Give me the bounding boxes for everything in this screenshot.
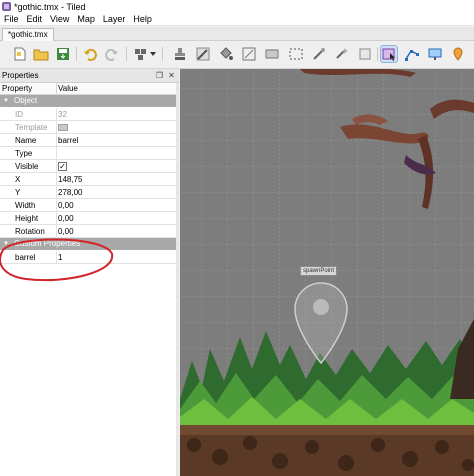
property-name: Template	[15, 123, 48, 132]
open-file-icon[interactable]	[33, 46, 49, 62]
command-dropdown-icon[interactable]	[133, 46, 157, 62]
shape-fill-icon[interactable]	[241, 46, 257, 62]
property-name: Visible	[15, 162, 39, 171]
terrain-brush-icon[interactable]	[195, 46, 211, 62]
property-value[interactable]: 0,00	[58, 227, 74, 236]
map-canvas[interactable]: spawnPoint	[180, 69, 474, 476]
close-panel-icon[interactable]: ✕	[167, 71, 176, 80]
property-row-template: Template	[0, 121, 176, 134]
menu-edit[interactable]: Edit	[23, 14, 47, 24]
property-name: Rotation	[15, 227, 45, 236]
select-same-tile-icon[interactable]	[334, 46, 350, 62]
collapse-arrow-icon[interactable]: ▼	[3, 238, 9, 250]
wand-selection-icon[interactable]	[357, 46, 373, 62]
float-panel-icon[interactable]: ❐	[155, 71, 164, 80]
property-value[interactable]: 1	[58, 253, 62, 262]
menu-map[interactable]: Map	[73, 14, 99, 24]
title-bar: *gothic.tmx - Tiled	[0, 0, 474, 13]
redo-icon[interactable]	[104, 46, 120, 62]
eraser-icon[interactable]	[264, 46, 280, 62]
undo-icon[interactable]	[82, 46, 98, 62]
properties-panel-header: Properties ❐ ✕	[0, 69, 179, 83]
template-icon	[58, 124, 68, 131]
group-object-label: Object	[14, 96, 38, 105]
property-name: barrel	[15, 253, 36, 262]
window-title: *gothic.tmx - Tiled	[14, 1, 86, 12]
property-value[interactable]: 0,00	[58, 201, 74, 210]
menu-file[interactable]: File	[0, 14, 23, 24]
property-value[interactable]: 148,75	[58, 175, 82, 184]
insert-rectangle-icon[interactable]	[427, 46, 443, 62]
tiled-app-icon	[2, 2, 11, 11]
property-value[interactable]: 278,00	[58, 188, 82, 197]
property-name: Width	[15, 201, 36, 210]
property-row-rotation[interactable]: Rotation 0,00	[0, 225, 176, 238]
property-name: X	[15, 175, 21, 184]
menu-view[interactable]: View	[46, 14, 73, 24]
column-value[interactable]: Value	[58, 84, 78, 93]
visible-checkbox[interactable]: ✓	[58, 162, 67, 171]
magic-wand-icon[interactable]	[311, 46, 327, 62]
property-name: Y	[15, 188, 21, 197]
tab-gothic-tmx[interactable]: *gothic.tmx	[2, 28, 54, 41]
property-name: ID	[15, 110, 23, 119]
menu-bar: File Edit View Map Layer Help	[0, 13, 474, 26]
new-file-icon[interactable]	[12, 46, 28, 62]
property-name: Type	[15, 149, 33, 158]
menu-help[interactable]: Help	[129, 14, 156, 24]
property-row-name[interactable]: Name barrel	[0, 134, 176, 147]
property-row-x[interactable]: X 148,75	[0, 173, 176, 186]
property-row-id: ID 32	[0, 108, 176, 121]
select-objects-icon[interactable]	[380, 45, 398, 63]
stamp-brush-icon[interactable]	[172, 46, 188, 62]
group-custom-properties[interactable]: ▼ Custom Properties	[0, 238, 176, 250]
bucket-fill-icon[interactable]	[218, 46, 234, 62]
save-icon[interactable]	[55, 46, 71, 62]
property-name: Name	[15, 136, 37, 145]
properties-panel: Properties ❐ ✕ Property Value ▼ Object I…	[0, 69, 179, 476]
properties-column-header: Property Value	[0, 83, 176, 95]
insert-point-icon[interactable]	[450, 46, 466, 62]
property-value: 32	[58, 110, 67, 119]
properties-grid: ▼ Object ID 32 Template Name barrel Type V…	[0, 95, 176, 476]
property-row-height[interactable]: Height 0,00	[0, 212, 176, 225]
collapse-arrow-icon[interactable]: ▼	[3, 95, 9, 107]
column-property[interactable]: Property	[2, 84, 32, 93]
object-name-label: spawnPoint	[300, 266, 338, 276]
document-tabs: *gothic.tmx	[0, 27, 474, 41]
property-row-y[interactable]: Y 278,00	[0, 186, 176, 199]
properties-panel-title: Properties	[2, 71, 39, 80]
vertical-scrollbar[interactable]	[176, 83, 179, 476]
custom-property-row-barrel[interactable]: barrel 1	[0, 251, 176, 264]
property-row-type[interactable]: Type	[0, 147, 176, 160]
group-custom-label: Custom Properties	[14, 239, 81, 248]
group-object[interactable]: ▼ Object	[0, 95, 176, 107]
rect-select-icon[interactable]	[288, 46, 304, 62]
property-row-width[interactable]: Width 0,00	[0, 199, 176, 212]
menu-layer[interactable]: Layer	[99, 14, 130, 24]
edit-polygons-icon[interactable]	[404, 46, 420, 62]
property-value[interactable]: 0,00	[58, 214, 74, 223]
property-name: Height	[15, 214, 39, 223]
property-row-visible[interactable]: Visible ✓	[0, 160, 176, 173]
main-toolbar	[0, 41, 474, 69]
property-value[interactable]: barrel	[58, 136, 78, 145]
